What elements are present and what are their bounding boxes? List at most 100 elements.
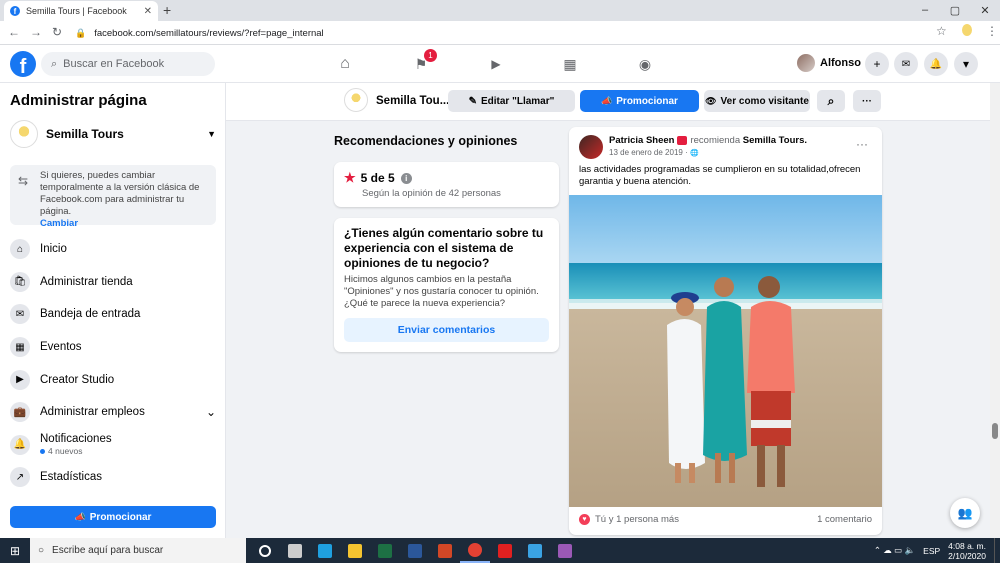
- author-name[interactable]: Patricia Sheen: [609, 135, 674, 146]
- sidebar-item-empleos[interactable]: 💼 Administrar empleos ⌄: [10, 396, 216, 429]
- reactions-count[interactable]: Tú y 1 persona más: [595, 514, 817, 525]
- page-selector[interactable]: Semilla Tours ▼: [10, 118, 216, 150]
- language-indicator[interactable]: ESP: [923, 546, 940, 556]
- promote-button[interactable]: 📣 Promocionar: [10, 506, 216, 528]
- forward-icon[interactable]: →: [30, 25, 42, 39]
- show-desktop-button[interactable]: [994, 538, 1000, 563]
- switch-link[interactable]: Cambiar: [40, 218, 78, 229]
- sidebar-item-inicio[interactable]: ⌂ Inicio: [10, 233, 216, 266]
- globe-icon: 🌐: [689, 150, 699, 157]
- taskbar-edge-icon[interactable]: [310, 538, 340, 563]
- taskbar-task-view-icon[interactable]: [280, 538, 310, 563]
- notice-text: Si quieres, puedes cambiar temporalmente…: [40, 170, 200, 217]
- classic-version-notice: ⇆ Si quieres, puedes cambiar temporalmen…: [10, 165, 216, 229]
- taskbar-chrome-icon[interactable]: [460, 538, 490, 563]
- new-tab-button[interactable]: +: [163, 2, 171, 18]
- minimize-button[interactable]: –: [910, 0, 940, 20]
- home-icon[interactable]: ⌂: [330, 53, 360, 75]
- search-icon[interactable]: ⌕: [817, 90, 845, 112]
- taskbar-explorer-icon[interactable]: [340, 538, 370, 563]
- new-count-label: 4 nuevos: [40, 446, 216, 456]
- clock[interactable]: 4:08 a. m. 2/10/2020: [948, 541, 986, 561]
- page-scrollbar[interactable]: [990, 83, 1000, 538]
- url-field[interactable]: 🔒 facebook.com/semillatours/reviews/?ref…: [75, 24, 945, 42]
- contacts-icon[interactable]: 👥: [950, 498, 980, 528]
- messenger-icon[interactable]: ✉: [894, 52, 918, 76]
- search-input[interactable]: ⌕ Buscar en Facebook: [41, 52, 215, 76]
- marketplace-icon[interactable]: ▦: [555, 53, 585, 75]
- avatar: [797, 54, 815, 72]
- taskbar-search-placeholder: Escribe aquí para buscar: [52, 545, 164, 556]
- calendar-icon: ▦: [10, 337, 30, 358]
- sidebar-item-creator-studio[interactable]: ▶ Creator Studio: [10, 363, 216, 396]
- close-tab-icon[interactable]: ✕: [144, 6, 152, 17]
- sidebar-item-eventos[interactable]: ▦ Eventos: [10, 331, 216, 364]
- create-button[interactable]: +: [865, 52, 889, 76]
- send-feedback-button[interactable]: Enviar comentarios: [344, 318, 549, 342]
- facebook-logo-icon[interactable]: f: [10, 51, 36, 77]
- post-options-icon[interactable]: ···: [856, 137, 868, 151]
- review-post: Patricia Sheen recomienda Semilla Tours. …: [569, 127, 882, 535]
- pencil-icon: ✎: [468, 95, 477, 107]
- groups-icon[interactable]: ◉: [630, 53, 660, 75]
- promote-button[interactable]: 📣 Promocionar: [580, 90, 699, 112]
- user-name: Alfonso: [820, 57, 861, 69]
- reload-icon[interactable]: ↻: [52, 25, 62, 39]
- view-as-visitor-button[interactable]: 👁 Ver como visitante: [704, 90, 810, 112]
- post-footer: ♥ Tú y 1 persona más 1 comentario: [579, 514, 872, 525]
- love-reaction-icon: ♥: [579, 514, 590, 525]
- search-placeholder: Buscar en Facebook: [63, 58, 165, 70]
- account-menu-icon[interactable]: ▾: [954, 52, 978, 76]
- tray-icons[interactable]: ⌃ ☁ ▭ 🔈: [874, 545, 915, 556]
- post-date[interactable]: 13 de enero de 2019 · 🌐: [609, 148, 699, 157]
- scroll-thumb[interactable]: [992, 423, 998, 439]
- page-avatar[interactable]: [344, 88, 368, 112]
- dropdown-icon[interactable]: ▼: [207, 129, 216, 139]
- extension-icon[interactable]: [962, 24, 972, 36]
- avatar[interactable]: [579, 135, 603, 159]
- page-avatar: [10, 120, 38, 148]
- profile-link[interactable]: Alfonso: [797, 54, 861, 72]
- taskbar-powerpoint-icon[interactable]: [430, 538, 460, 563]
- close-window-button[interactable]: ✕: [970, 0, 1000, 20]
- taskbar-excel-icon[interactable]: [370, 538, 400, 563]
- sidebar-item-estadisticas[interactable]: ↗ Estadísticas: [10, 461, 216, 494]
- more-options-icon[interactable]: ···: [853, 90, 881, 112]
- taskbar-apps: [250, 538, 580, 563]
- sidebar-item-tienda[interactable]: 🛍 Administrar tienda: [10, 266, 216, 299]
- sidebar-item-bandeja[interactable]: ✉ Bandeja de entrada: [10, 298, 216, 331]
- inbox-icon: ✉: [10, 304, 30, 325]
- comments-count[interactable]: 1 comentario: [817, 514, 872, 525]
- page-name: Semilla Tours: [46, 127, 124, 141]
- start-icon[interactable]: ⊞: [0, 538, 30, 563]
- back-icon[interactable]: ←: [8, 25, 20, 39]
- taskbar-word-icon[interactable]: [400, 538, 430, 563]
- tab-title: Semilla Tours | Facebook: [26, 6, 127, 16]
- switch-icon: ⇆: [18, 174, 29, 188]
- post-header: Patricia Sheen recomienda Semilla Tours.: [609, 135, 807, 146]
- facebook-favicon-icon: f: [10, 6, 20, 16]
- sidebar-item-notificaciones[interactable]: 🔔 Notificaciones 4 nuevos: [10, 429, 216, 462]
- taskbar-acrobat-icon[interactable]: [490, 538, 520, 563]
- maximize-button[interactable]: ▢: [940, 0, 970, 20]
- browser-menu-icon[interactable]: ⋮: [986, 24, 998, 38]
- pages-flag-icon[interactable]: ⚑ 1: [406, 49, 437, 75]
- system-tray: ⌃ ☁ ▭ 🔈 ESP 4:08 a. m. 2/10/2020: [874, 538, 1000, 563]
- beach-photo[interactable]: [569, 195, 882, 507]
- page-name[interactable]: Semilla Tou...: [376, 95, 449, 107]
- target-page[interactable]: Semilla Tours.: [743, 135, 807, 146]
- taskbar-app-drop-icon[interactable]: [550, 538, 580, 563]
- chevron-down-icon[interactable]: ⌄: [206, 405, 216, 419]
- sidebar-item-label: Estadísticas: [40, 471, 102, 484]
- taskbar-app-blue-icon[interactable]: [520, 538, 550, 563]
- watch-icon[interactable]: ▶: [481, 53, 511, 75]
- taskbar-cortana-icon[interactable]: [250, 538, 280, 563]
- browser-tab[interactable]: f Semilla Tours | Facebook ✕: [4, 1, 158, 21]
- edit-call-button[interactable]: ✎ Editar "Llamar": [448, 90, 575, 112]
- feedback-question: ¿Tienes algún comentario sobre tu experi…: [344, 226, 544, 270]
- info-icon[interactable]: i: [400, 172, 412, 184]
- sidebar-item-label: Notificaciones: [40, 433, 112, 446]
- notifications-icon[interactable]: 🔔: [924, 52, 948, 76]
- bookmark-star-icon[interactable]: ☆: [936, 24, 947, 38]
- taskbar-search-input[interactable]: ○ Escribe aquí para buscar: [30, 538, 246, 563]
